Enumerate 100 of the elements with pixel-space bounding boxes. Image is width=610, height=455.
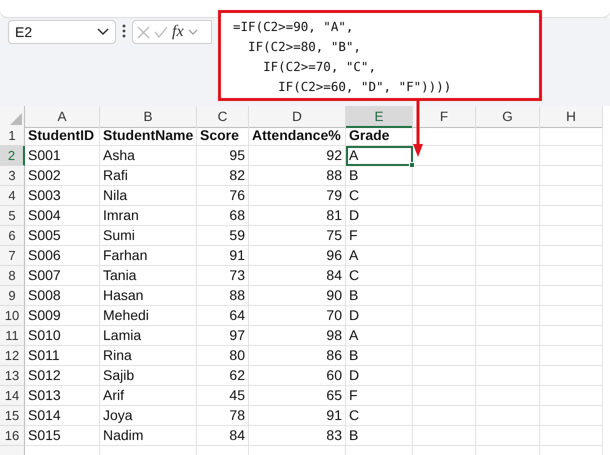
- row-header[interactable]: 14: [0, 386, 25, 406]
- formula-line: IF(C2>=70, "C",: [262, 58, 377, 76]
- table-cell: Nadim: [100, 426, 197, 446]
- row-header[interactable]: 3: [0, 166, 25, 186]
- table-cell: 92: [249, 146, 346, 166]
- row-header[interactable]: 13: [0, 366, 25, 386]
- table-cell: 79: [249, 186, 346, 206]
- empty-cell: [413, 226, 476, 246]
- row-header[interactable]: 5: [0, 206, 25, 226]
- table-cell: 88: [249, 166, 346, 186]
- table-cell: S004: [25, 206, 100, 226]
- table-cell: B: [346, 426, 413, 446]
- empty-cell: [540, 206, 603, 226]
- empty-cell: [413, 346, 476, 366]
- empty-cell: [413, 306, 476, 326]
- table-cell: A: [346, 326, 413, 346]
- table-cell: 62: [197, 366, 249, 386]
- fill-handle[interactable]: [409, 162, 415, 168]
- column-header[interactable]: E: [346, 106, 413, 128]
- table-cell: B: [346, 346, 413, 366]
- empty-cell: [413, 326, 476, 346]
- empty-cell: [540, 346, 603, 366]
- formula-callout[interactable]: =IF(C2>=90, "A", IF(C2>=80, "B", IF(C2>=70, "C", IF(C2>=60, "D", "F")))): [218, 10, 542, 101]
- row-header[interactable]: 4: [0, 186, 25, 206]
- column-title: Score: [197, 126, 249, 146]
- row-header[interactable]: 7: [0, 246, 25, 266]
- column-header[interactable]: G: [476, 106, 540, 128]
- empty-cell: [540, 166, 603, 186]
- table-cell: S007: [25, 266, 100, 286]
- empty-cell: [540, 286, 603, 306]
- table-cell: Sumi: [100, 226, 197, 246]
- empty-cell: [413, 406, 476, 426]
- empty-cell: [540, 326, 603, 346]
- table-cell: S012: [25, 366, 100, 386]
- table-cell: F: [346, 226, 413, 246]
- table-cell: S010: [25, 326, 100, 346]
- table-cell: S011: [25, 346, 100, 366]
- empty-cell: [476, 426, 540, 446]
- active-cell[interactable]: A: [346, 146, 413, 166]
- column-header[interactable]: H: [540, 106, 603, 128]
- table-cell: Asha: [100, 146, 197, 166]
- empty-cell: [540, 366, 603, 386]
- empty-cell: [540, 246, 603, 266]
- row-header[interactable]: 12: [0, 346, 25, 366]
- empty-cell: [540, 306, 603, 326]
- column-header[interactable]: D: [249, 106, 346, 128]
- empty-cell: [540, 386, 603, 406]
- empty-cell: [476, 166, 540, 186]
- table-cell: 86: [249, 346, 346, 366]
- row-header[interactable]: 6: [0, 226, 25, 246]
- empty-cell: [476, 326, 540, 346]
- check-icon[interactable]: [154, 26, 168, 38]
- table-cell: 68: [197, 206, 249, 226]
- row-header[interactable]: 9: [0, 286, 25, 306]
- table-cell: C: [346, 406, 413, 426]
- empty-cell: [540, 426, 603, 446]
- empty-cell: [476, 306, 540, 326]
- empty-cell: [540, 186, 603, 206]
- empty-cell: [413, 266, 476, 286]
- table-cell: Sajib: [100, 366, 197, 386]
- table-cell: 59: [197, 226, 249, 246]
- empty-cell: [413, 166, 476, 186]
- more-options-icon[interactable]: [122, 24, 126, 38]
- insert-function-button[interactable]: fx: [172, 20, 184, 44]
- table-cell: 98: [249, 326, 346, 346]
- formula-line: =IF(C2>=90, "A",: [233, 18, 354, 36]
- column-title: Attendance%: [249, 126, 346, 146]
- empty-cell: [540, 126, 603, 146]
- row-header[interactable]: 16: [0, 426, 25, 446]
- row-header[interactable]: 8: [0, 266, 25, 286]
- row-header[interactable]: 10: [0, 306, 25, 326]
- table-cell: S015: [25, 426, 100, 446]
- column-header[interactable]: C: [197, 106, 249, 128]
- name-box[interactable]: E2: [8, 20, 116, 44]
- chevron-down-icon[interactable]: [188, 29, 198, 35]
- table-cell: S003: [25, 186, 100, 206]
- row-header[interactable]: 15: [0, 406, 25, 426]
- row-header[interactable]: 1: [0, 126, 25, 146]
- table-cell: 84: [249, 266, 346, 286]
- table-cell: 70: [249, 306, 346, 326]
- table-cell: S013: [25, 386, 100, 406]
- empty-cell: [413, 186, 476, 206]
- table-cell: Mehedi: [100, 306, 197, 326]
- formula-line: IF(C2>=60, "D", "F")))): [277, 78, 452, 96]
- table-cell: D: [346, 306, 413, 326]
- table-cell: 95: [197, 146, 249, 166]
- column-header[interactable]: A: [25, 106, 100, 128]
- empty-cell: [476, 126, 540, 146]
- column-header[interactable]: F: [413, 106, 476, 128]
- row-header[interactable]: 11: [0, 326, 25, 346]
- table-cell: Nila: [100, 186, 197, 206]
- table-cell: 83: [249, 426, 346, 446]
- column-header[interactable]: B: [100, 106, 197, 128]
- table-cell: D: [346, 206, 413, 226]
- table-cell: B: [346, 166, 413, 186]
- table-cell: 75: [249, 226, 346, 246]
- row-header[interactable]: 2: [0, 146, 25, 166]
- table-cell: Joya: [100, 406, 197, 426]
- cancel-icon[interactable]: [137, 26, 150, 38]
- callout-arrow: [413, 100, 423, 157]
